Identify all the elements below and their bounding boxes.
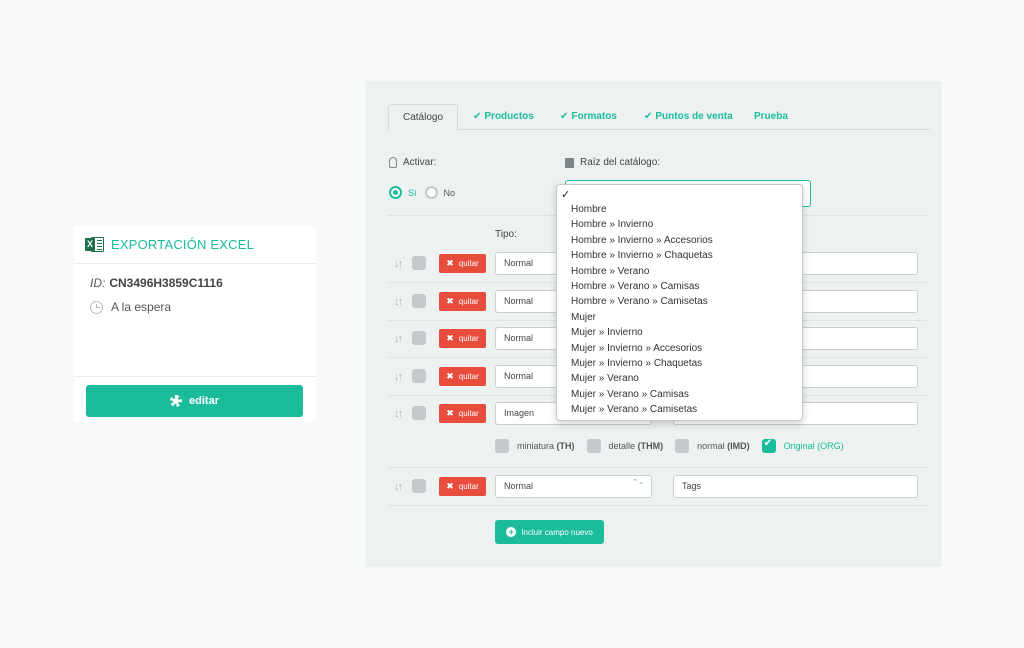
export-status: A la espera: [90, 300, 316, 314]
tab-formatos[interactable]: ✔ Formatos: [560, 104, 617, 130]
row-checkbox[interactable]: [412, 406, 426, 420]
close-icon: ✖: [446, 371, 454, 381]
gear-icon: [170, 395, 183, 407]
export-id-label: ID:: [90, 276, 106, 290]
row-divider: [388, 467, 930, 468]
dropdown-option[interactable]: Hombre » Invierno: [557, 217, 802, 232]
option-checkbox[interactable]: [586, 439, 601, 453]
row-divider: [388, 505, 930, 506]
remove-button[interactable]: ✖ quitar: [439, 404, 486, 423]
dropdown-option[interactable]: Mujer » Invierno » Chaquetas: [557, 356, 802, 371]
sort-handle-icon[interactable]: ↓↑: [394, 258, 403, 270]
activate-label: Activar:: [403, 157, 437, 168]
dropdown-option[interactable]: Hombre » Invierno » Accesorios: [557, 233, 802, 248]
lightbulb-icon: [389, 157, 397, 168]
sort-handle-icon[interactable]: ↓↑: [394, 481, 403, 493]
row-checkbox[interactable]: [412, 369, 426, 383]
dropdown-option[interactable]: Mujer » Verano » Camisetas: [557, 402, 802, 417]
catalog-root-dropdown: ✓ Hombre Hombre » Invierno Hombre » Invi…: [556, 184, 803, 421]
export-card-header: X EXPORTACIÓN EXCEL: [74, 226, 316, 264]
close-icon: ✖: [446, 333, 454, 343]
tab-catalogo[interactable]: Catálogo: [388, 104, 459, 131]
sort-handle-icon[interactable]: ↓↑: [394, 408, 403, 420]
tab-bar: Catálogo ✔ Productos ✔ Formatos ✔ Puntos de…: [388, 104, 930, 131]
option-checkbox[interactable]: [495, 439, 509, 453]
image-option-miniatura[interactable]: miniatura (TH): [495, 439, 575, 453]
row-checkbox[interactable]: [412, 294, 426, 308]
check-icon: ✔: [473, 111, 482, 122]
export-id-value: CN3496H3859C1116: [109, 276, 223, 290]
export-card-body: ID: CN3496H3859C1116 A la espera: [74, 264, 316, 314]
remove-button[interactable]: ✖ quitar: [439, 477, 486, 496]
option-checkbox[interactable]: [675, 439, 690, 453]
export-id: ID: CN3496H3859C1116: [90, 276, 316, 290]
radio-no[interactable]: [424, 186, 438, 199]
radio-si-label: Sí: [408, 187, 417, 198]
edit-button-label: editar: [189, 395, 219, 407]
close-icon: ✖: [446, 296, 454, 306]
tab-productos[interactable]: ✔ Productos: [473, 104, 534, 130]
remove-button[interactable]: ✖ quitar: [439, 367, 486, 386]
dropdown-option[interactable]: Mujer: [557, 310, 802, 325]
dropdown-option[interactable]: Hombre » Verano » Camisas: [557, 279, 802, 294]
image-size-options: miniatura (TH) detalle (THM) normal (IMD…: [495, 438, 856, 453]
excel-icon: X: [85, 236, 104, 253]
sort-handle-icon[interactable]: ↓↑: [394, 296, 403, 308]
type-column-label: Tipo:: [495, 229, 517, 240]
dropdown-option[interactable]: Mujer » Invierno » Accesorios: [557, 341, 802, 356]
catalog-root-label-row: Raíz del catálogo:: [565, 157, 660, 168]
plus-icon: +: [506, 527, 517, 537]
select-arrows-icon: ⌃⌄: [632, 479, 644, 486]
clock-icon: [90, 300, 103, 314]
remove-button[interactable]: ✖ quitar: [439, 254, 486, 273]
export-status-text: A la espera: [111, 300, 172, 314]
tab-puntos-de-venta[interactable]: ✔ Puntos de venta: [644, 104, 733, 130]
activate-label-row: Activar:: [389, 157, 436, 168]
dropdown-option[interactable]: Mujer » Invierno: [557, 325, 802, 340]
add-field-button[interactable]: + Incluir campo nuevo: [495, 520, 604, 544]
dropdown-option[interactable]: Mujer » Verano » Camisas: [557, 387, 802, 402]
dropdown-option[interactable]: Hombre: [557, 202, 802, 217]
image-option-detalle[interactable]: detalle (THM): [586, 439, 663, 453]
dropdown-option[interactable]: Mujer » Verano: [557, 371, 802, 386]
export-card: X EXPORTACIÓN EXCEL ID: CN3496H3859C1116…: [74, 226, 316, 422]
activate-radio-group: Sí No: [389, 186, 463, 199]
catalog-root-label: Raíz del catálogo:: [580, 157, 661, 168]
sort-handle-icon[interactable]: ↓↑: [394, 333, 403, 345]
radio-si[interactable]: [389, 186, 402, 199]
dropdown-option[interactable]: Hombre » Verano: [557, 264, 802, 279]
check-icon: ✔: [644, 111, 653, 122]
add-field-label: Incluir campo nuevo: [521, 527, 593, 537]
image-option-original[interactable]: Original (ORG): [761, 438, 844, 453]
sort-handle-icon[interactable]: ↓↑: [394, 371, 403, 383]
dropdown-option[interactable]: Hombre » Invierno » Chaquetas: [557, 248, 802, 263]
dropdown-option-empty[interactable]: ✓: [557, 188, 802, 202]
edit-button[interactable]: editar: [86, 385, 303, 417]
row-checkbox[interactable]: [412, 331, 426, 345]
row-checkbox[interactable]: [412, 256, 426, 270]
tab-prueba[interactable]: Prueba: [754, 104, 788, 130]
close-icon: ✖: [446, 408, 454, 418]
dropdown-option[interactable]: Hombre » Verano » Camisetas: [557, 294, 802, 309]
close-icon: ✖: [446, 258, 454, 268]
radio-no-label: No: [443, 187, 456, 198]
type-select[interactable]: Normal⌃⌄: [495, 475, 652, 498]
export-title: EXPORTACIÓN EXCEL: [111, 237, 255, 252]
option-checkbox-checked[interactable]: [761, 438, 776, 453]
check-icon: ✔: [560, 111, 569, 122]
close-icon: ✖: [446, 481, 454, 491]
field-name-input[interactable]: Tags: [673, 475, 918, 498]
remove-button[interactable]: ✖ quitar: [439, 292, 486, 311]
export-card-divider: [74, 376, 316, 377]
remove-button[interactable]: ✖ quitar: [439, 329, 486, 348]
book-icon: [565, 157, 574, 168]
row-checkbox[interactable]: [412, 479, 426, 493]
image-option-normal[interactable]: normal (IMD): [675, 439, 750, 453]
field-row: ↓↑ ✖ quitar Normal ⌃⌄ Tags: [388, 475, 930, 499]
